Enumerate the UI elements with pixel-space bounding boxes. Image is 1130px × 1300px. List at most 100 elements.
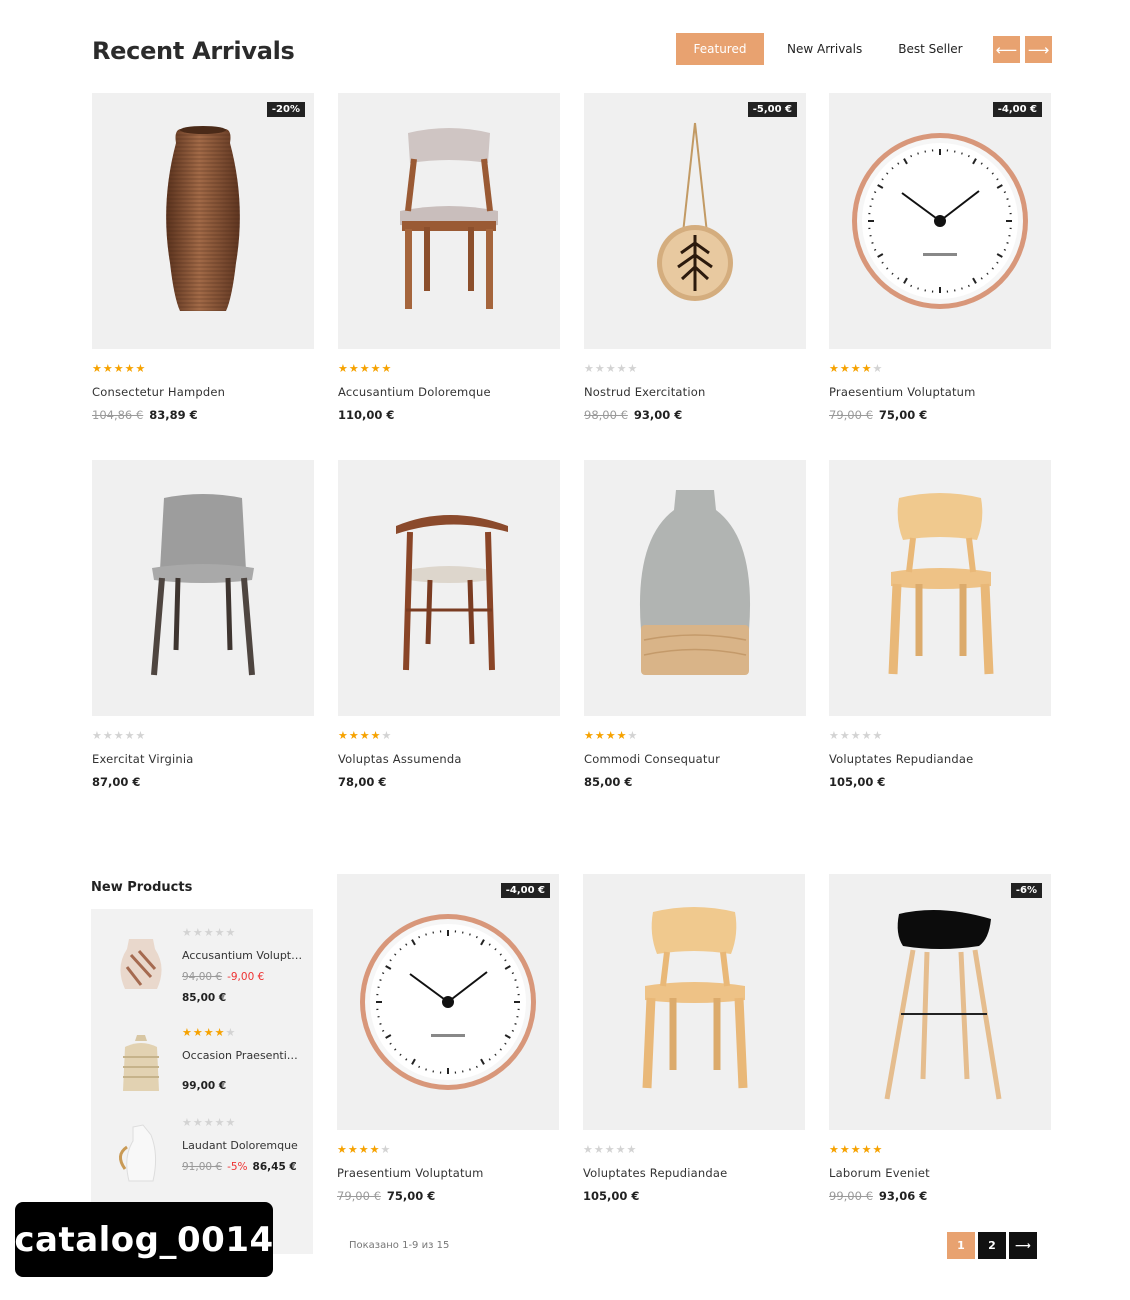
rope-vase-image [166,126,240,311]
current-price: 99,00 € [182,1080,227,1092]
product-image[interactable] [338,93,560,349]
product-image[interactable] [584,460,806,716]
rating-stars: ★ ★ ★ ★ ★ [92,730,314,742]
product-name[interactable]: Accusantium Voluptatem [182,949,304,962]
old-price: 91,00 € [182,1161,223,1173]
current-price: 87,00 € [92,775,141,789]
tab-featured[interactable]: Featured [676,33,764,65]
price-row: 99,00 € 93,06 € [829,1189,1051,1203]
list-item[interactable]: ★ ★ ★ ★ ★ Laudant Doloremque 91,00 € -5% 86,… [91,1117,313,1207]
price-row: 79,00 € 75,00 € [337,1189,559,1203]
product-name[interactable]: Praesentium Voluptatum [337,1166,559,1180]
tab-new-arrivals[interactable]: New Arrivals [776,33,873,65]
rating-star-icon: ★ [124,362,135,375]
product-image[interactable] [583,874,805,1130]
product-image[interactable]: -5,00 € [584,93,806,349]
current-price: 110,00 € [338,408,395,422]
price-row: 105,00 € [829,775,1051,789]
rating-star-icon: ★ [584,729,594,742]
rating-star-icon: ★ [839,729,850,742]
product-name[interactable]: Voluptas Assumenda [338,752,560,766]
product-name[interactable]: Exercitat Virginia [92,752,314,766]
product-name[interactable]: Laudant Doloremque [182,1139,304,1152]
current-price: 93,00 € [633,408,683,422]
product-name[interactable]: Praesentium Voluptatum [829,385,1051,399]
product-name[interactable]: Commodi Consequatur [584,752,806,766]
rating-star-icon: ★ [850,362,861,375]
product-card[interactable]: -4,00 € ★ ★ ★ ★ ★ Praesentium Voluptatum 79,… [337,874,559,1203]
rating-star-icon: ★ [370,362,381,375]
rating-star-icon: ★ [380,1143,391,1156]
rating-star-icon: ★ [338,729,348,742]
rating-star-icon: ★ [861,1143,872,1156]
carousel-next-button[interactable]: ⟶ [1025,36,1052,63]
product-card[interactable]: -6% ★ ★ ★ ★ ★ Laborum Eveniet 99,00 € 93,06 … [829,874,1051,1203]
current-price: 85,00 € [584,775,633,789]
product-image[interactable] [829,460,1051,716]
rating-stars: ★ ★ ★ ★ ★ [338,730,560,742]
product-image[interactable] [92,460,314,716]
product-image[interactable]: -20% [92,93,314,349]
rating-star-icon: ★ [113,362,124,375]
ceramic-vase-image[interactable] [111,927,171,997]
rating-star-icon: ★ [225,926,236,939]
arrow-left-icon: ⟵ [995,40,1018,59]
product-card[interactable]: ★ ★ ★ ★ ★ Commodi Consequatur 85,00 € [584,460,806,789]
white-pitcher-image[interactable] [111,1117,171,1187]
rating-star-icon: ★ [182,1026,192,1039]
rating-star-icon: ★ [214,926,225,939]
page-1-button[interactable]: 1 [947,1232,975,1259]
product-image[interactable]: -4,00 € [337,874,559,1130]
product-name[interactable]: Voluptates Repudiandae [583,1166,805,1180]
upholstered-chair-image [400,128,498,309]
product-image[interactable]: -4,00 € [829,93,1051,349]
watermark-label: catalog_0014 [14,1202,273,1277]
plywood-chair-image [642,907,748,1089]
product-name[interactable]: Consectetur Hampden [92,385,314,399]
product-image[interactable] [338,460,560,716]
product-name[interactable]: Voluptates Repudiandae [829,752,1051,766]
price-row: 94,00 € -9,00 € [182,971,304,983]
rating-star-icon: ★ [616,729,627,742]
rating-star-icon: ★ [113,729,124,742]
rating-star-icon: ★ [872,1143,883,1156]
product-name[interactable]: Accusantium Doloremque [338,385,560,399]
list-item[interactable]: ★ ★ ★ ★ ★ Occasion Praesentium 99,00 € [91,1027,313,1117]
rating-star-icon: ★ [225,1026,236,1039]
price-row: 87,00 € [92,775,314,789]
product-card[interactable]: ★ ★ ★ ★ ★ Voluptates Repudiandae 105,00 € [829,460,1051,789]
discount-badge: -4,00 € [992,102,1042,117]
rating-star-icon: ★ [604,1143,615,1156]
product-card[interactable]: ★ ★ ★ ★ ★ Voluptas Assumenda 78,00 € [338,460,560,789]
old-price: 104,86 € [92,408,144,422]
product-name[interactable]: Laborum Eveniet [829,1166,1051,1180]
rating-stars: ★ ★ ★ ★ ★ [584,730,806,742]
rating-stars: ★ ★ ★ ★ ★ [829,730,1051,742]
current-price: 105,00 € [829,775,886,789]
product-card[interactable]: ★ ★ ★ ★ ★ Accusantium Doloremque 110,00 € [338,93,560,422]
rating-star-icon: ★ [337,1143,347,1156]
product-name[interactable]: Nostrud Exercitation [584,385,806,399]
rating-star-icon: ★ [102,362,113,375]
product-card[interactable]: -5,00 € ★ ★ ★ ★ ★ Nostrud Exercitation 98,00… [584,93,806,422]
page-2-button[interactable]: 2 [978,1232,1006,1259]
tab-best-seller[interactable]: Best Seller [887,33,973,65]
next-page-button[interactable]: ⟶ [1009,1232,1037,1259]
product-name[interactable]: Occasion Praesentium [182,1049,304,1062]
current-price: 85,00 € [182,992,227,1004]
rating-star-icon: ★ [381,362,392,375]
product-card[interactable]: ★ ★ ★ ★ ★ Exercitat Virginia 87,00 € [92,460,314,789]
list-item[interactable]: ★★★★★ Accusantium Voluptatem 94,00 € -9,… [91,927,313,1017]
product-card[interactable]: ★ ★ ★ ★ ★ Voluptates Repudiandae 105,00 € [583,874,805,1203]
carousel-prev-button[interactable]: ⟵ [993,36,1020,63]
bar-stool-image [884,910,1002,1100]
product-card[interactable]: -4,00 € ★ ★ ★ ★ ★ Praesentium Voluptatum 79,… [829,93,1051,422]
rating-star-icon: ★ [593,1143,604,1156]
rating-star-icon: ★ [861,729,872,742]
product-image[interactable]: -6% [829,874,1051,1130]
product-card[interactable]: -20% ★ ★ ★ ★ ★ Consectetur Hampden 104,86 € … [92,93,314,422]
current-price: 83,89 € [149,408,198,422]
old-price: 99,00 € [829,1189,873,1203]
woven-basket-image[interactable] [111,1027,171,1097]
price-row: 104,86 € 83,89 € [92,408,314,422]
